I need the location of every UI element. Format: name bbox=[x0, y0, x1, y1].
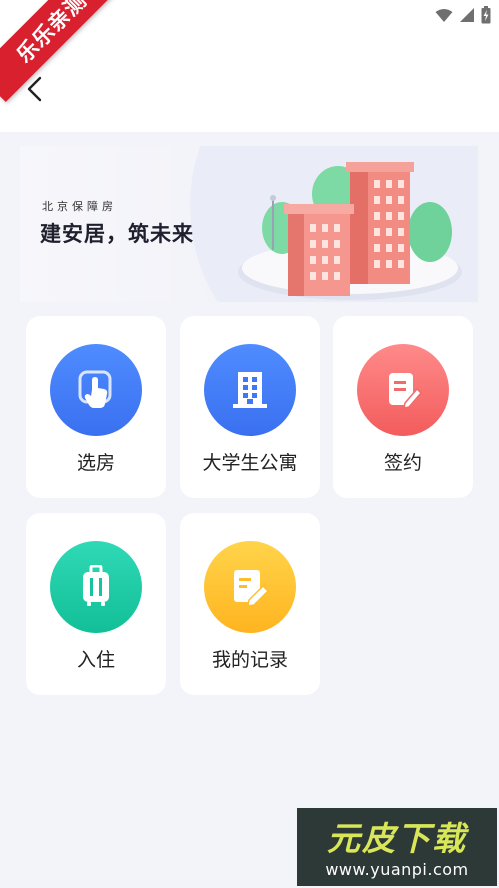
top-header: 乐乐亲测 bbox=[0, 0, 499, 132]
promo-banner[interactable]: 北京保障房 建安居，筑未来 bbox=[20, 146, 478, 302]
ribbon-text: 乐乐亲测 bbox=[12, 0, 92, 68]
menu-label: 签约 bbox=[383, 452, 422, 474]
watermark-url: www.yuanpi.com bbox=[325, 860, 469, 879]
test-ribbon: 乐乐亲测 bbox=[0, 0, 126, 102]
menu-label: 我的记录 bbox=[211, 649, 288, 671]
menu-card-my-records[interactable]: 我的记录 bbox=[180, 513, 320, 695]
watermark-logo: 元皮下载 www.yuanpi.com bbox=[297, 808, 497, 886]
menu-card-student-apartment[interactable]: 大学生公寓 bbox=[180, 316, 320, 498]
touch-select-icon bbox=[50, 344, 142, 436]
back-arrow-icon bbox=[26, 76, 44, 106]
sign-document-icon bbox=[357, 344, 449, 436]
banner-title: 建安居，筑未来 bbox=[40, 222, 194, 246]
menu-card-move-in[interactable]: 入住 bbox=[26, 513, 166, 695]
banner-subtitle: 北京保障房 bbox=[42, 200, 117, 213]
battery-icon bbox=[481, 6, 491, 28]
back-button[interactable] bbox=[20, 74, 50, 108]
menu-label: 入住 bbox=[76, 649, 115, 671]
menu-label: 大学生公寓 bbox=[202, 452, 298, 474]
wifi-icon bbox=[435, 8, 453, 27]
status-bar-icons bbox=[435, 6, 491, 28]
luggage-icon bbox=[50, 541, 142, 633]
building-icon bbox=[204, 344, 296, 436]
menu-label: 选房 bbox=[76, 452, 115, 474]
watermark-title: 元皮下载 bbox=[327, 819, 467, 858]
menu-card-select-house[interactable]: 选房 bbox=[26, 316, 166, 498]
menu-card-sign-contract[interactable]: 签约 bbox=[333, 316, 473, 498]
record-edit-icon bbox=[204, 541, 296, 633]
signal-icon bbox=[459, 7, 475, 27]
